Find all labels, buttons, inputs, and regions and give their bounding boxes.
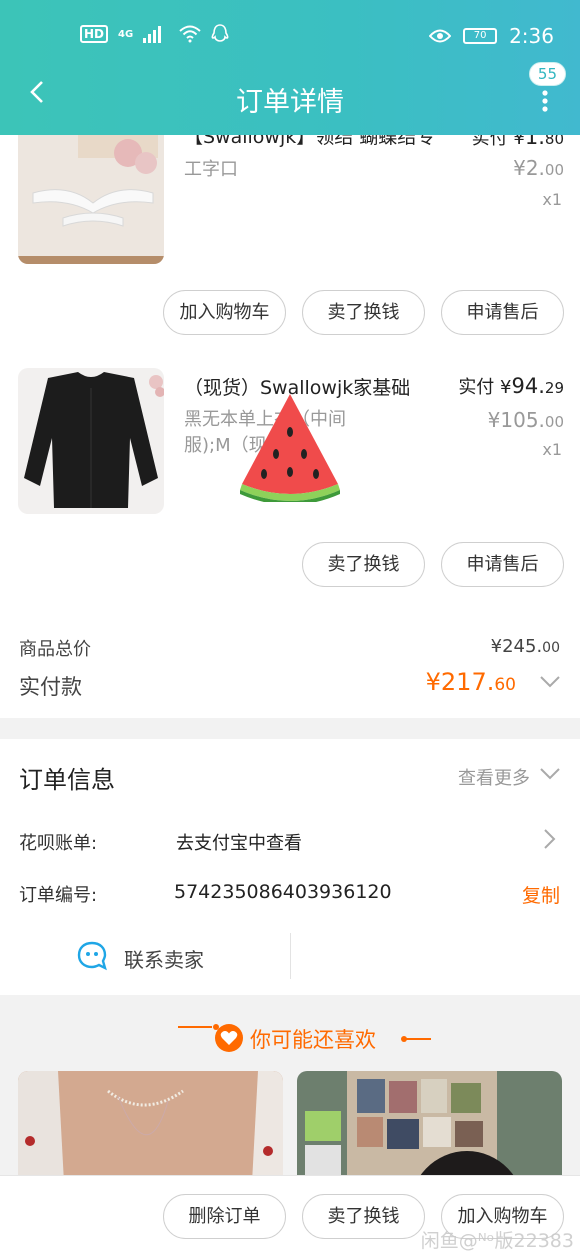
bottom-action-bar: 删除订单 卖了换钱 加入购物车 闲鱼@ᴺᵒ版22383 — [0, 1175, 580, 1257]
decor-line — [178, 1026, 212, 1028]
decor-line — [403, 1038, 431, 1040]
item-original-price: ¥105.00 — [487, 408, 564, 432]
watermelon-sticker-icon — [240, 394, 340, 502]
paid-amount-value: ¥217.60 — [425, 668, 516, 696]
chevron-right-icon[interactable] — [544, 829, 556, 849]
order-number-value: 574235086403936120 — [174, 881, 392, 903]
signal-icon — [143, 25, 169, 43]
sell-button[interactable]: 卖了换钱 — [302, 290, 425, 335]
wifi-icon — [179, 25, 201, 43]
item-quantity: x1 — [542, 440, 562, 459]
sell-button[interactable]: 卖了换钱 — [302, 542, 425, 587]
qq-icon — [211, 24, 229, 42]
sell-button[interactable]: 卖了换钱 — [302, 1194, 425, 1239]
huabei-link[interactable]: 去支付宝中查看 — [176, 829, 302, 855]
order-info-heading: 订单信息 — [19, 766, 115, 794]
add-to-cart-button[interactable]: 加入购物车 — [163, 290, 286, 335]
order-number-label: 订单编号: — [19, 885, 98, 906]
chevron-down-icon[interactable] — [540, 768, 560, 780]
after-sale-button[interactable]: 申请售后 — [441, 290, 564, 335]
watermark: 闲鱼@ᴺᵒ版22383 — [420, 1230, 574, 1252]
huabei-label: 花呗账单: — [19, 833, 98, 854]
paid-amount-label: 实付款 — [19, 675, 82, 699]
delete-order-button[interactable]: 删除订单 — [163, 1194, 286, 1239]
page-title: 订单详情 — [236, 87, 344, 118]
total-price-value: ¥245.00 — [490, 636, 560, 657]
network-label: 4G — [118, 28, 134, 40]
message-badge[interactable]: 55 — [528, 62, 566, 86]
after-sale-button[interactable]: 申请售后 — [441, 542, 564, 587]
item-original-price: ¥2.00 — [513, 156, 564, 180]
battery-icon: 70 — [463, 28, 498, 44]
item-spec: 工字口 — [184, 159, 238, 180]
chevron-down-icon[interactable] — [540, 676, 560, 688]
see-more-link[interactable]: 查看更多 — [458, 764, 530, 790]
section-divider — [0, 718, 580, 739]
contact-seller-label: 联系卖家 — [124, 948, 204, 972]
clock: 2:36 — [509, 24, 554, 48]
more-icon[interactable] — [542, 90, 548, 112]
eye-icon — [429, 29, 452, 43]
hd-icon: HD — [80, 25, 109, 43]
item-thumbnail[interactable] — [18, 368, 164, 514]
total-price-label: 商品总价 — [19, 639, 91, 660]
item-quantity: x1 — [542, 190, 562, 209]
item-thumbnail[interactable] — [18, 118, 164, 264]
copy-button[interactable]: 复制 — [522, 881, 560, 908]
chat-bubble-icon — [77, 941, 107, 971]
vertical-divider — [290, 933, 291, 979]
app-header: HD 4G 70 2:36 订单详情 55 — [0, 0, 580, 135]
item-paid: 实付 ¥94.29 — [458, 374, 564, 398]
status-bar: HD 4G 70 2:36 — [0, 22, 580, 52]
contact-seller-button[interactable]: 联系卖家 — [76, 938, 291, 978]
heart-icon — [215, 1024, 243, 1052]
recommend-heading: 你可能还喜欢 — [250, 1028, 376, 1052]
